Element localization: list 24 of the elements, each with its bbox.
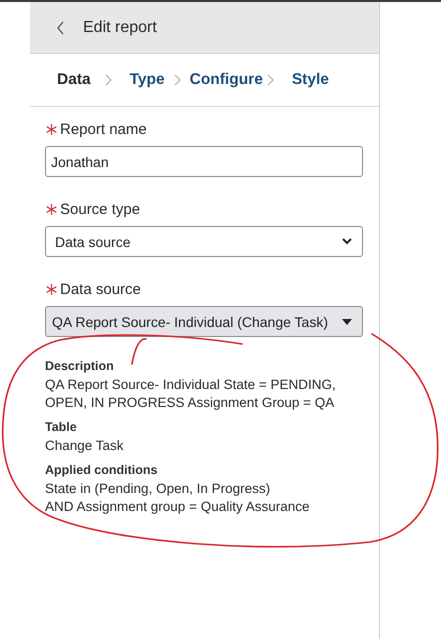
picker-field[interactable]: QA Report Source- Individual (Change Task) xyxy=(45,306,363,337)
step-tab[interactable]: Style xyxy=(292,71,329,89)
back-icon[interactable] xyxy=(56,20,65,34)
panel-title: Edit report xyxy=(83,18,157,36)
step-tab[interactable]: Type xyxy=(130,71,165,89)
caret-icon xyxy=(342,318,352,324)
text-field[interactable]: Jonathan xyxy=(45,146,363,177)
chevron-down-icon xyxy=(342,238,352,245)
detail-heading: Description xyxy=(45,359,115,373)
chevron-icon xyxy=(266,74,274,86)
detail-text: QA Report Source- Individual State = PENDING, OPEN, IN PROGRESS Assignment Group = QA xyxy=(45,376,337,412)
detail-text: AND Assignment group = Quality Assurance xyxy=(45,498,311,516)
field-label: Source type xyxy=(60,201,140,218)
field-label: Data source xyxy=(60,281,141,298)
chevron-icon xyxy=(104,74,112,86)
detail-heading: Applied conditions xyxy=(45,463,158,477)
step-tab[interactable]: Configure xyxy=(190,71,263,89)
detail-text: Change Task xyxy=(45,437,125,455)
field-label: Report name xyxy=(60,121,147,138)
step-tab[interactable]: Data xyxy=(57,71,91,89)
detail-heading: Table xyxy=(45,420,78,434)
select-field[interactable]: Data source xyxy=(45,226,363,257)
chevron-icon xyxy=(174,74,181,86)
detail-text: State in (Pending, Open, In Progress) xyxy=(45,480,272,498)
